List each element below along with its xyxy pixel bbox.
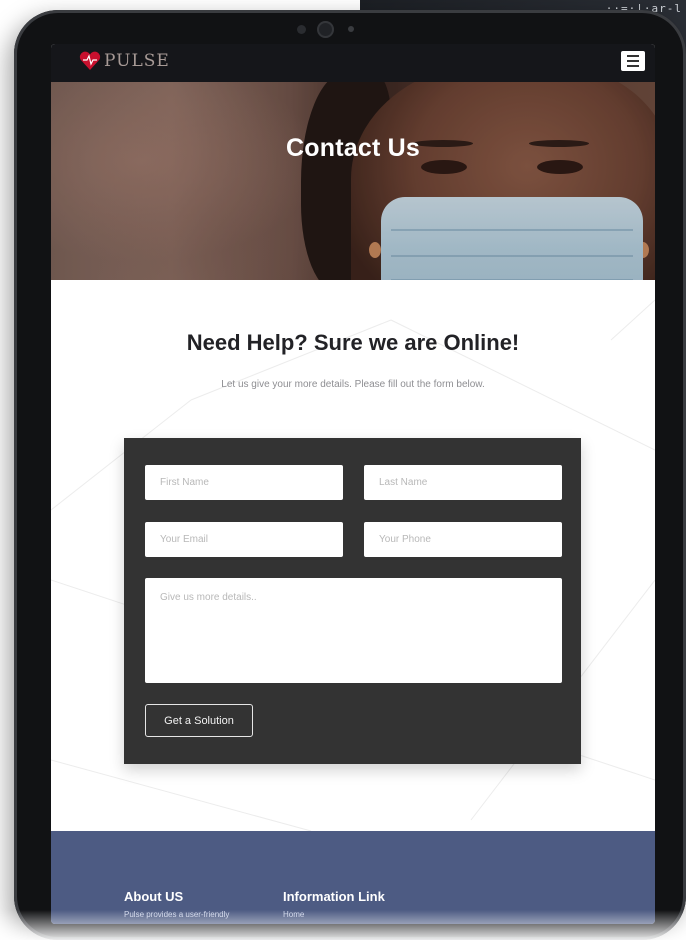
footer-about-title: About US (124, 889, 184, 904)
footer-links: Information Link Home (283, 889, 385, 919)
last-name-input[interactable] (364, 465, 562, 500)
first-name-input[interactable] (145, 465, 343, 500)
light-sensor (348, 26, 354, 32)
footer-links-title: Information Link (283, 889, 385, 904)
email-input[interactable] (145, 522, 343, 557)
hero-overlay (51, 82, 655, 280)
footer-about-text: Pulse provides a user-friendly (124, 910, 230, 919)
contact-section: Need Help? Sure we are Online! Let us gi… (51, 280, 655, 831)
contact-form: Get a Solution (124, 438, 581, 764)
footer-about: About US Pulse provides a user-friendly (124, 889, 229, 919)
message-textarea[interactable] (145, 578, 562, 683)
phone-input[interactable] (364, 522, 562, 557)
get-solution-button[interactable]: Get a Solution (145, 704, 253, 737)
site-footer: About US Pulse provides a user-friendly … (51, 831, 655, 924)
front-camera (317, 21, 334, 38)
footer-link-home[interactable]: Home (283, 910, 385, 919)
tablet-screen: PULSE Contact Us Need Help? Sure we are … (51, 44, 655, 924)
top-navbar: PULSE (51, 44, 655, 82)
tablet-frame: PULSE Contact Us Need Help? Sure we are … (14, 10, 686, 940)
brand-name: PULSE (104, 51, 170, 71)
page-title: Contact Us (286, 134, 420, 162)
sensor-dot (297, 25, 306, 34)
hamburger-menu-icon[interactable] (621, 51, 645, 71)
section-subtext: Let us give your more details. Please fi… (221, 379, 485, 390)
heart-logo-icon (79, 51, 101, 70)
brand-logo[interactable]: PULSE (79, 48, 170, 74)
hero-banner: Contact Us (51, 82, 655, 280)
section-heading: Need Help? Sure we are Online! (186, 330, 520, 355)
